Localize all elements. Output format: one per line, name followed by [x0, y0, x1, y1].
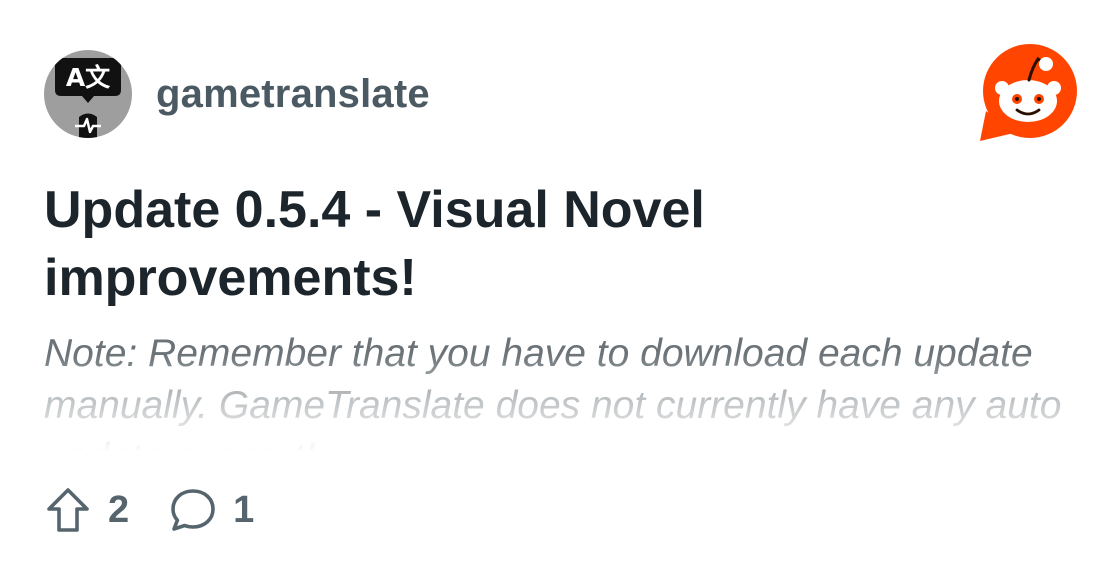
post-actions: 2 1	[44, 484, 254, 536]
upvote-count: 2	[108, 488, 130, 531]
translate-icon: A文	[55, 58, 121, 138]
upvote-arrow-icon[interactable]	[44, 486, 92, 534]
comment-count: 1	[233, 488, 255, 531]
post-card[interactable]: A文 gametranslate Update 0.5.4 - Visual N…	[0, 0, 1120, 584]
upvote-button[interactable]: 2	[44, 486, 129, 534]
post-title[interactable]: Update 0.5.4 - Visual Novel improvements…	[44, 176, 1064, 312]
reddit-logo-icon[interactable]	[978, 43, 1078, 143]
subreddit-avatar[interactable]: A文	[44, 50, 132, 138]
subreddit-name[interactable]: gametranslate	[156, 72, 430, 117]
comments-button[interactable]: 1	[169, 486, 254, 534]
comment-bubble-icon[interactable]	[169, 486, 217, 534]
post-excerpt-container: Note: Remember that you have to download…	[44, 328, 1074, 450]
avatar-glyphs: A文	[66, 63, 111, 92]
post-header: A文 gametranslate	[44, 50, 430, 138]
post-excerpt: Note: Remember that you have to download…	[44, 332, 1062, 450]
